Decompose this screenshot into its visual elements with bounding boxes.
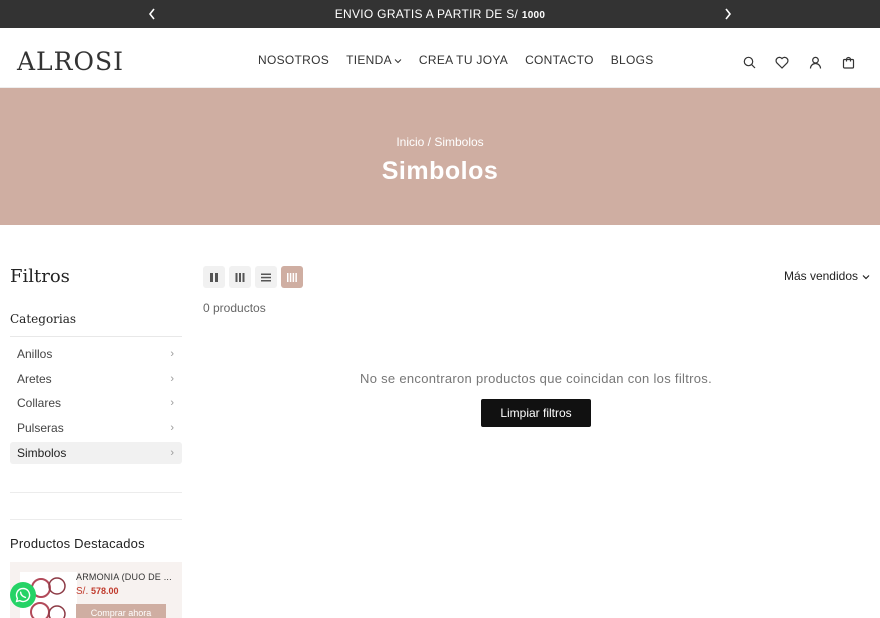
main-nav: NOSOTROS TIENDA CREA TU JOYA CONTACTO BL… xyxy=(258,53,671,67)
nav-tienda-label: TIENDA xyxy=(346,53,392,67)
breadcrumb[interactable]: Inicio / Simbolos xyxy=(0,135,880,149)
category-label: Anillos xyxy=(17,347,53,361)
category-aretes[interactable]: Aretes › xyxy=(10,368,182,390)
chevron-right-icon[interactable] xyxy=(718,4,738,24)
search-icon[interactable] xyxy=(741,54,757,70)
chevron-right-icon: › xyxy=(170,446,174,459)
whatsapp-icon[interactable] xyxy=(10,582,36,608)
cart-icon[interactable] xyxy=(840,54,856,70)
page-title: Simbolos xyxy=(381,157,499,185)
price-currency: S/. xyxy=(76,586,89,597)
announcement-amount: 1000 xyxy=(521,10,546,21)
grid-2-icon[interactable] xyxy=(203,266,225,288)
heart-icon[interactable] xyxy=(774,54,790,70)
list-view-icon[interactable] xyxy=(255,266,277,288)
nav-nosotros[interactable]: NOSOTROS xyxy=(258,53,329,67)
chevron-down-icon xyxy=(394,53,402,67)
product-count: 0 productos xyxy=(203,301,266,315)
clear-filters-button[interactable]: Limpiar filtros xyxy=(481,399,591,427)
nav-crea-tu-joya[interactable]: CREA TU JOYA xyxy=(419,53,508,67)
categories-title: Categorias xyxy=(10,312,77,326)
divider xyxy=(10,336,182,337)
chevron-right-icon: › xyxy=(170,397,174,410)
product-name[interactable]: ARMONIA (DUO DE ... xyxy=(76,572,172,582)
chevron-right-icon: › xyxy=(170,372,174,385)
sort-dropdown[interactable]: Más vendidos xyxy=(784,269,870,283)
category-label: Simbolos xyxy=(17,445,67,460)
chevron-right-icon: › xyxy=(170,422,174,435)
announcement-bar: ENVIO GRATIS A PARTIR DE S/ 1000 xyxy=(0,0,880,28)
buy-now-button[interactable]: Comprar ahora xyxy=(76,604,166,618)
category-pulseras[interactable]: Pulseras › xyxy=(10,417,182,439)
view-toggle-group xyxy=(203,266,303,288)
user-icon[interactable] xyxy=(807,54,823,70)
header-icons xyxy=(741,54,856,70)
nav-contacto[interactable]: CONTACTO xyxy=(525,53,594,67)
category-label: Aretes xyxy=(17,371,52,386)
featured-product-card[interactable]: ARMONIA (DUO DE ... S/. 578.00 Comprar a… xyxy=(10,562,182,618)
grid-4-icon[interactable] xyxy=(281,266,303,288)
empty-results-message: No se encontraron productos que coincida… xyxy=(360,371,712,386)
sort-label: Más vendidos xyxy=(783,269,858,283)
product-price: S/. 578.00 xyxy=(76,586,119,597)
site-header: ALROSI NOSOTROS TIENDA CREA TU JOYA CONT… xyxy=(0,28,880,88)
divider xyxy=(10,519,182,520)
collection-hero: Inicio / Simbolos Simbolos xyxy=(0,88,880,225)
nav-blogs[interactable]: BLOGS xyxy=(611,53,654,67)
category-anillos[interactable]: Anillos › xyxy=(10,343,182,365)
chevron-down-icon xyxy=(862,269,870,283)
grid-3-icon[interactable] xyxy=(229,266,251,288)
nav-tienda[interactable]: TIENDA xyxy=(346,53,402,67)
category-label: Collares xyxy=(17,396,62,411)
category-label: Pulseras xyxy=(17,421,64,436)
category-list: Anillos › Aretes › Collares › Pulseras ›… xyxy=(10,343,182,466)
chevron-right-icon: › xyxy=(170,348,174,360)
filters-title: Filtros xyxy=(10,266,70,287)
announcement-text: ENVIO GRATIS A PARTIR DE S/ 1000 xyxy=(334,7,546,21)
price-amount: 578.00 xyxy=(91,586,119,596)
category-collares[interactable]: Collares › xyxy=(10,392,182,414)
divider xyxy=(10,492,182,493)
category-simbolos[interactable]: Simbolos › xyxy=(10,441,182,464)
logo[interactable]: ALROSI xyxy=(17,47,124,76)
featured-products-title: Productos Destacados xyxy=(10,536,145,551)
